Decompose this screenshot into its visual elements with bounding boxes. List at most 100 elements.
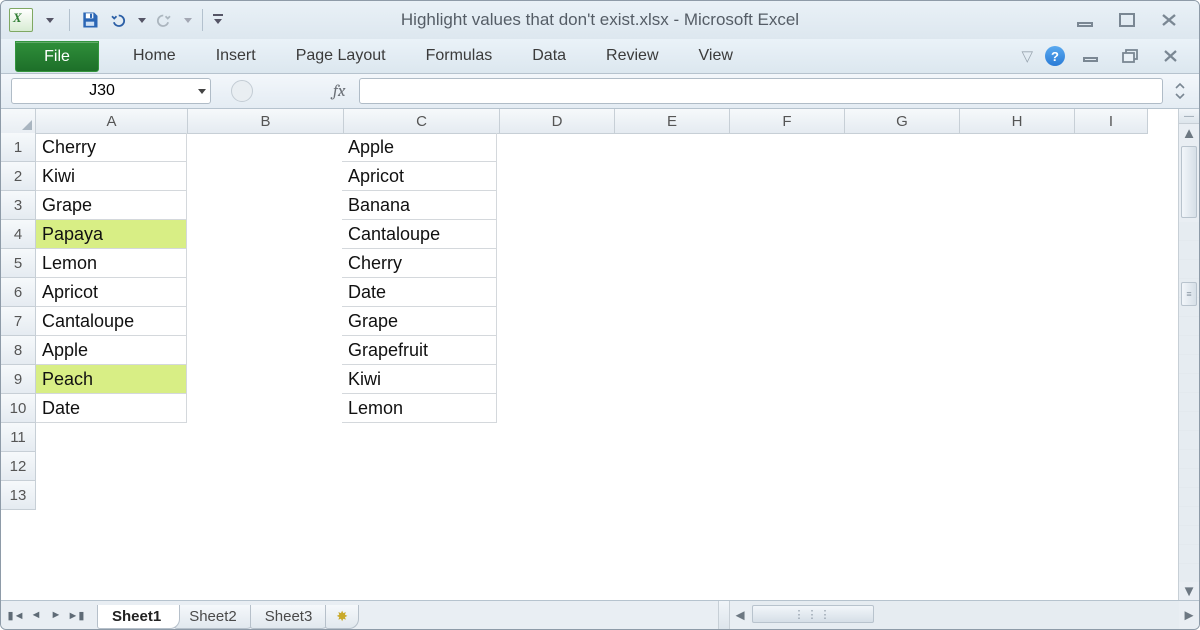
cell[interactable] — [611, 249, 725, 278]
cell[interactable] — [611, 191, 725, 220]
col-header-C[interactable]: C — [344, 109, 500, 134]
cell[interactable] — [611, 481, 725, 510]
tab-insert[interactable]: Insert — [196, 39, 276, 73]
horizontal-scrollbar[interactable]: ◄ ⋮⋮⋮ ► — [718, 601, 1199, 629]
cell[interactable] — [953, 423, 1067, 452]
cell[interactable]: Peach — [36, 365, 187, 394]
undo-dropdown[interactable] — [134, 8, 148, 32]
select-all-corner[interactable] — [1, 109, 36, 134]
cell[interactable] — [342, 423, 497, 452]
redo-icon[interactable] — [152, 8, 176, 32]
split-handle-vertical[interactable]: — — [1179, 109, 1199, 124]
tab-home[interactable]: Home — [113, 39, 196, 73]
cell[interactable]: Cantaloupe — [342, 220, 497, 249]
cell[interactable] — [1067, 394, 1139, 423]
sheet-nav-last[interactable]: ►▮ — [67, 606, 85, 624]
cell[interactable] — [187, 365, 342, 394]
cell[interactable]: Cherry — [342, 249, 497, 278]
cell[interactable]: Grape — [342, 307, 497, 336]
cell[interactable] — [611, 365, 725, 394]
tab-page-layout[interactable]: Page Layout — [276, 39, 406, 73]
scroll-thumb-horizontal[interactable]: ⋮⋮⋮ — [752, 605, 874, 623]
col-header-F[interactable]: F — [730, 109, 845, 134]
formula-input[interactable] — [359, 78, 1163, 104]
undo-icon[interactable] — [106, 8, 130, 32]
cell[interactable] — [1067, 220, 1139, 249]
cell[interactable] — [725, 336, 839, 365]
col-header-H[interactable]: H — [960, 109, 1075, 134]
cell[interactable] — [497, 394, 611, 423]
cell[interactable] — [839, 133, 953, 162]
cell[interactable] — [497, 278, 611, 307]
cell[interactable] — [839, 162, 953, 191]
workbook-close[interactable] — [1157, 46, 1185, 66]
cell[interactable]: Lemon — [342, 394, 497, 423]
sheet-nav-first[interactable]: ▮◄ — [7, 606, 25, 624]
scroll-down-icon[interactable]: ▼ — [1179, 582, 1199, 600]
ribbon-minimize-caret[interactable]: ▽ — [1021, 47, 1033, 65]
col-header-G[interactable]: G — [845, 109, 960, 134]
sheet-tab-2[interactable]: Sheet2 — [174, 605, 256, 629]
row-header[interactable]: 11 — [1, 423, 36, 452]
tab-view[interactable]: View — [679, 39, 753, 73]
cell[interactable] — [953, 452, 1067, 481]
cell[interactable] — [611, 336, 725, 365]
cell[interactable] — [953, 307, 1067, 336]
split-handle-horizontal[interactable] — [719, 601, 730, 629]
cell[interactable]: Papaya — [36, 220, 187, 249]
sheet-nav-prev[interactable]: ◄ — [27, 606, 45, 624]
cell[interactable] — [725, 191, 839, 220]
cell[interactable] — [611, 278, 725, 307]
workbook-minimize[interactable] — [1077, 46, 1105, 66]
row-header[interactable]: 9 — [1, 365, 36, 394]
cell[interactable] — [611, 133, 725, 162]
cell[interactable] — [953, 365, 1067, 394]
cell[interactable] — [1067, 191, 1139, 220]
cell[interactable] — [187, 423, 342, 452]
maximize-button[interactable] — [1113, 10, 1141, 30]
cell[interactable] — [611, 394, 725, 423]
col-header-I[interactable]: I — [1075, 109, 1148, 134]
cell[interactable] — [611, 452, 725, 481]
cell[interactable] — [187, 481, 342, 510]
cells-area[interactable]: 1CherryApple2KiwiApricot3GrapeBanana4Pap… — [1, 133, 1178, 600]
cell[interactable] — [725, 481, 839, 510]
name-box-dropdown[interactable] — [192, 89, 210, 94]
cell[interactable] — [725, 365, 839, 394]
row-header[interactable]: 13 — [1, 481, 36, 510]
cell[interactable] — [953, 278, 1067, 307]
cell[interactable] — [839, 365, 953, 394]
save-icon[interactable] — [78, 8, 102, 32]
cell[interactable] — [725, 162, 839, 191]
cell[interactable]: Banana — [342, 191, 497, 220]
scroll-gripper[interactable]: ≡ — [1181, 282, 1197, 306]
cell[interactable]: Lemon — [36, 249, 187, 278]
qat-dropdown[interactable] — [37, 8, 61, 32]
cell[interactable] — [953, 162, 1067, 191]
col-header-A[interactable]: A — [36, 109, 188, 134]
cell[interactable] — [611, 220, 725, 249]
cell[interactable]: Date — [342, 278, 497, 307]
cell[interactable] — [497, 365, 611, 394]
cell[interactable] — [953, 191, 1067, 220]
cell[interactable] — [1067, 307, 1139, 336]
cell[interactable] — [187, 249, 342, 278]
cell[interactable] — [1067, 452, 1139, 481]
cell[interactable] — [611, 162, 725, 191]
cell[interactable] — [953, 481, 1067, 510]
cell[interactable] — [1067, 278, 1139, 307]
cell[interactable] — [1067, 336, 1139, 365]
cell[interactable] — [839, 452, 953, 481]
app-icon[interactable] — [9, 8, 33, 32]
cell[interactable] — [725, 394, 839, 423]
row-header[interactable]: 12 — [1, 452, 36, 481]
cell[interactable] — [839, 481, 953, 510]
cell[interactable] — [953, 133, 1067, 162]
cell[interactable]: Cantaloupe — [36, 307, 187, 336]
cell[interactable] — [953, 220, 1067, 249]
cell[interactable] — [839, 423, 953, 452]
row-header[interactable]: 4 — [1, 220, 36, 249]
minimize-button[interactable] — [1071, 10, 1099, 30]
cell[interactable] — [497, 191, 611, 220]
cell[interactable] — [187, 133, 342, 162]
